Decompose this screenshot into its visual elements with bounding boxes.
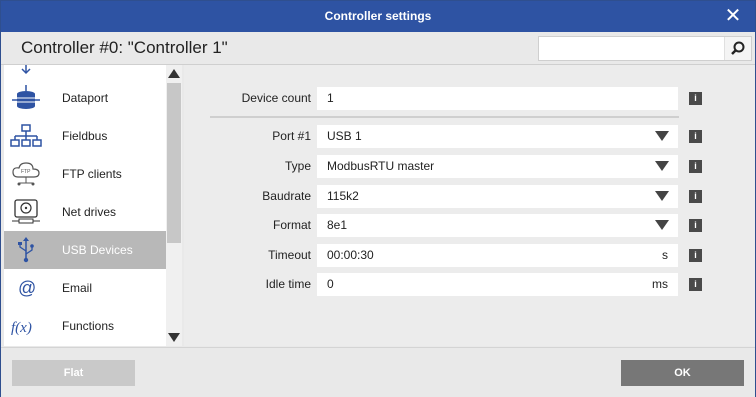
timeout-field[interactable]: 00:00:30 s — [317, 244, 678, 267]
dialog-footer: Flat OK — [1, 347, 755, 397]
type-select[interactable]: ModbusRTU master — [317, 155, 678, 178]
sidebar-item-ftp-clients[interactable]: FTP FTP clients — [4, 155, 166, 193]
format-label: Format — [272, 218, 311, 232]
port-row: Port #1 USB 1 i — [184, 125, 755, 148]
sidebar-item-label: Functions — [62, 319, 115, 333]
scrollbar-thumb[interactable] — [167, 83, 181, 243]
baudrate-value: 115k2 — [327, 189, 359, 203]
timeout-label: Timeout — [268, 248, 311, 262]
info-icon[interactable]: i — [689, 219, 702, 232]
sidebar-item-label: USB Devices — [62, 243, 133, 257]
baudrate-label: Baudrate — [262, 189, 311, 203]
idle-time-unit: ms — [652, 277, 668, 291]
settings-sidebar: Dataport Fieldbus FTP FTP clients Net dr… — [4, 65, 166, 346]
sidebar-item-usb-devices[interactable]: USB Devices — [4, 231, 166, 269]
sidebar-item-label: Net drives — [62, 205, 117, 219]
svg-text:f(x): f(x) — [11, 320, 32, 336]
divider — [210, 116, 679, 118]
svg-text:FTP: FTP — [21, 169, 31, 175]
scroll-up-arrow-icon[interactable] — [168, 69, 180, 78]
type-value: ModbusRTU master — [327, 159, 435, 173]
idle-time-label: Idle time — [265, 277, 311, 291]
net-drive-icon — [12, 199, 40, 224]
info-icon[interactable]: i — [689, 249, 702, 262]
info-icon[interactable]: i — [689, 92, 702, 105]
format-select[interactable]: 8e1 — [317, 214, 678, 237]
sidebar-item-fieldbus[interactable]: Fieldbus — [4, 117, 166, 155]
sidebar-item-net-drives[interactable]: Net drives — [4, 193, 166, 231]
info-icon[interactable]: i — [689, 278, 702, 291]
dropdown-arrow-icon — [655, 191, 669, 201]
timeout-unit: s — [662, 248, 668, 262]
timeout-row: Timeout 00:00:30 s i — [184, 244, 755, 267]
window-title: Controller settings — [324, 9, 432, 23]
info-icon[interactable]: i — [689, 190, 702, 203]
port-label: Port #1 — [272, 129, 311, 143]
at-sign-icon: @ — [18, 278, 36, 298]
ftp-cloud-icon: FTP — [12, 162, 40, 186]
search-input[interactable] — [541, 39, 723, 58]
sidebar-item-label: Dataport — [62, 91, 109, 105]
timeout-value: 00:00:30 — [327, 248, 374, 262]
device-count-value: 1 — [327, 91, 334, 105]
usb-icon — [18, 237, 34, 263]
port-value: USB 1 — [327, 129, 362, 143]
info-icon[interactable]: i — [689, 160, 702, 173]
close-icon[interactable]: ✕ — [723, 5, 743, 27]
format-row: Format 8e1 i — [184, 214, 755, 237]
sidebar-item-label: Fieldbus — [62, 129, 108, 143]
dropdown-arrow-icon — [655, 161, 669, 171]
sidebar-item-label: FTP clients — [62, 167, 122, 181]
sidebar-item-label: Email — [62, 281, 93, 295]
sidebar-item-email[interactable]: @ Email — [4, 269, 166, 307]
network-tree-icon — [10, 124, 42, 147]
title-bar: Controller settings ✕ — [1, 1, 755, 32]
baudrate-row: Baudrate 115k2 i — [184, 185, 755, 208]
info-icon[interactable]: i — [689, 130, 702, 143]
dropdown-arrow-icon — [655, 131, 669, 141]
device-count-field[interactable]: 1 — [317, 87, 678, 110]
database-icon — [12, 85, 40, 109]
dialog-header: Controller #0: "Controller 1" — [1, 32, 755, 65]
device-count-row: Device count 1 i — [184, 87, 755, 110]
sidebar-scrollbar[interactable] — [166, 65, 182, 346]
type-row: Type ModbusRTU master i — [184, 155, 755, 178]
dropdown-arrow-icon — [655, 220, 669, 230]
flat-button[interactable]: Flat — [12, 360, 135, 386]
sidebar-item-dataport[interactable]: Dataport — [4, 79, 166, 117]
dataport-top-icon — [21, 65, 31, 75]
search-box — [538, 36, 752, 61]
scroll-down-arrow-icon[interactable] — [168, 333, 180, 342]
device-count-label: Device count — [241, 91, 311, 105]
function-icon: f(x) — [11, 320, 32, 336]
search-button[interactable] — [724, 37, 751, 60]
type-label: Type — [284, 159, 311, 173]
port-select[interactable]: USB 1 — [317, 125, 678, 148]
format-value: 8e1 — [327, 218, 348, 232]
baudrate-select[interactable]: 115k2 — [317, 185, 678, 208]
idle-time-row: Idle time 0 ms i — [184, 273, 755, 296]
controller-settings-dialog: Controller settings ✕ Controller #0: "Co… — [0, 0, 756, 397]
settings-content: Device count 1 i Port #1 USB 1 i Type Mo… — [184, 65, 755, 346]
controller-title: Controller #0: "Controller 1" — [21, 38, 228, 57]
idle-time-field[interactable]: 0 ms — [317, 273, 678, 296]
sidebar-item-functions[interactable]: f(x) Functions — [4, 307, 166, 345]
idle-time-value: 0 — [327, 277, 334, 291]
ok-button[interactable]: OK — [621, 360, 744, 386]
search-icon — [731, 41, 745, 55]
svg-text:@: @ — [18, 278, 36, 298]
